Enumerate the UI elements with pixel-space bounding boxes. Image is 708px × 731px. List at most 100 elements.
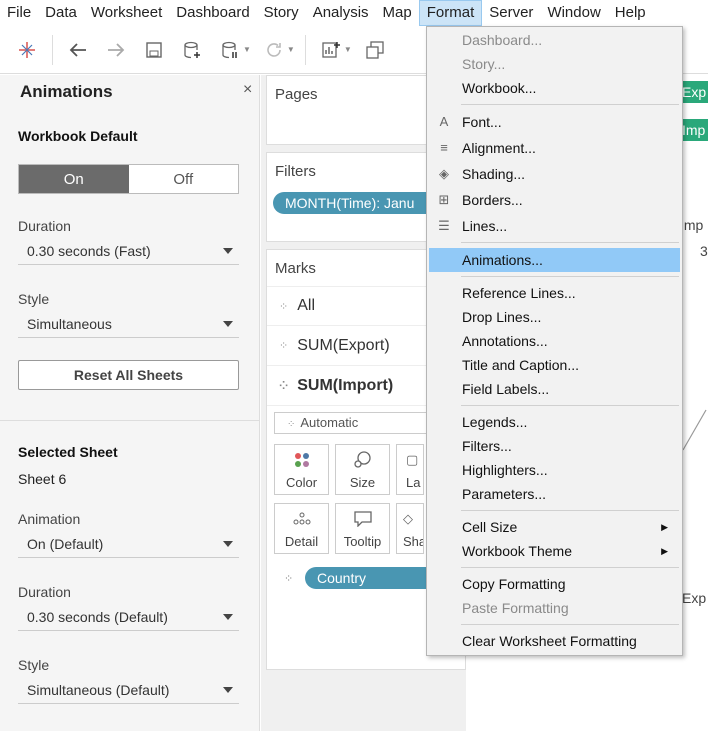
pages-title: Pages (275, 86, 318, 103)
menu-worksheet[interactable]: Worksheet (84, 0, 169, 26)
duration-label: Duration (18, 218, 71, 234)
menu-item-annotations[interactable]: Annotations... (429, 329, 680, 353)
size-button[interactable]: Size (335, 444, 390, 495)
shape-label: Sha (403, 534, 424, 549)
filters-title: Filters (275, 163, 316, 180)
menu-separator (461, 624, 679, 625)
chevron-right-icon: ▶ (661, 546, 668, 556)
menu-item-highlighters[interactable]: Highlighters... (429, 458, 680, 482)
detail-button[interactable]: Detail (274, 503, 329, 554)
menu-item-clear-formatting[interactable]: Clear Worksheet Formatting (429, 629, 680, 653)
chevron-down-icon[interactable]: ▼ (344, 45, 352, 54)
shape-icon: ◇ (403, 511, 413, 526)
axis-value-label: 3 (700, 243, 708, 259)
label-button[interactable]: ▢ La (396, 444, 424, 495)
toggle-off-button[interactable]: Off (128, 165, 238, 193)
mark-type-dropdown[interactable]: ⁘ Automatic (274, 412, 434, 434)
workbook-default-heading: Workbook Default (18, 128, 138, 144)
menu-window[interactable]: Window (540, 0, 607, 26)
menu-separator (461, 276, 679, 277)
animations-pane: Animations × Workbook Default On Off Dur… (0, 75, 260, 731)
color-icon (293, 445, 311, 475)
redo-icon[interactable] (101, 35, 131, 65)
chevron-right-icon: ▶ (661, 522, 668, 532)
format-menu: Dashboard... Story... Workbook... A Font… (426, 26, 683, 656)
marks-tab-label: All (297, 297, 315, 314)
menu-item-title-caption[interactable]: Title and Caption... (429, 353, 680, 377)
menu-item-font-label: Font... (462, 114, 502, 130)
menu-item-drop-lines[interactable]: Drop Lines... (429, 305, 680, 329)
menu-server[interactable]: Server (482, 0, 540, 26)
reset-all-sheets-button[interactable]: Reset All Sheets (18, 360, 239, 390)
menu-item-workbook-theme[interactable]: Workbook Theme ▶ (429, 539, 680, 563)
new-worksheet-icon[interactable] (316, 35, 346, 65)
menu-separator (461, 567, 679, 568)
new-datasource-icon[interactable] (177, 35, 207, 65)
menu-item-dashboard: Dashboard... (462, 32, 543, 48)
menu-item-workbook[interactable]: Workbook... (429, 76, 680, 100)
marks-tab-label: SUM(Export) (297, 336, 390, 354)
save-icon[interactable] (139, 35, 169, 65)
menu-item-field-labels[interactable]: Field Labels... (429, 377, 680, 401)
menu-item-workbook-theme-label: Workbook Theme (462, 543, 572, 559)
style-label: Style (18, 291, 50, 307)
menu-item-cell-size-label: Cell Size (462, 519, 518, 535)
lines-icon: ☰ (438, 218, 450, 233)
marks-title: Marks (275, 260, 316, 277)
borders-icon: ⊞ (438, 192, 450, 207)
marks-icon: ⁘ (279, 340, 288, 352)
sheet-duration-dropdown[interactable]: 0.30 seconds (Default) (18, 603, 239, 631)
menu-item-alignment[interactable]: ≡ Alignment... (429, 136, 680, 160)
menu-item-reference-lines[interactable]: Reference Lines... (429, 281, 680, 305)
style-dropdown[interactable]: Simultaneous (18, 310, 239, 338)
close-icon[interactable]: × (243, 81, 252, 99)
tooltip-button[interactable]: Tooltip (335, 503, 390, 554)
menu-separator (461, 405, 679, 406)
tooltip-icon (353, 504, 372, 534)
menu-item-copy-formatting[interactable]: Copy Formatting (429, 572, 680, 596)
paint-bucket-icon: ◈ (439, 166, 449, 181)
menu-item-cell-size[interactable]: Cell Size ▶ (429, 515, 680, 539)
menu-item-legends[interactable]: Legends... (429, 410, 680, 434)
pause-datasource-icon[interactable] (215, 35, 245, 65)
menu-help[interactable]: Help (608, 0, 653, 26)
duplicate-sheet-icon[interactable] (360, 35, 390, 65)
menu-item-lines[interactable]: ☰ Lines... (429, 214, 680, 238)
chevron-down-icon[interactable]: ▼ (287, 45, 295, 54)
menu-dashboard[interactable]: Dashboard (169, 0, 256, 26)
menu-item-shading-label: Shading... (462, 166, 526, 182)
menu-map[interactable]: Map (376, 0, 419, 26)
chevron-down-icon (223, 541, 233, 547)
menu-item-font[interactable]: A Font... (429, 110, 680, 134)
marks-icon: ⁘ (287, 419, 296, 430)
menu-item-shading[interactable]: ◈ Shading... (429, 162, 680, 186)
imp-axis-label: Imp (680, 217, 704, 233)
chevron-down-icon[interactable]: ▼ (243, 45, 251, 54)
menu-separator (461, 104, 679, 105)
refresh-icon[interactable] (259, 35, 289, 65)
menu-file[interactable]: File (0, 0, 38, 26)
menu-item-filters[interactable]: Filters... (429, 434, 680, 458)
toggle-on-button[interactable]: On (19, 165, 129, 193)
menu-item-animations[interactable]: Animations... (429, 248, 680, 272)
menu-analysis[interactable]: Analysis (306, 0, 376, 26)
detail-icon (292, 504, 312, 534)
menu-item-borders[interactable]: ⊞ Borders... (429, 188, 680, 212)
label-icon: ▢ (406, 452, 419, 467)
menu-item-parameters[interactable]: Parameters... (429, 482, 680, 506)
menu-item-story: Story... (462, 56, 506, 72)
menu-data[interactable]: Data (38, 0, 84, 26)
tableau-logo-icon[interactable] (12, 35, 42, 65)
menu-format[interactable]: Format (418, 0, 483, 26)
color-button[interactable]: Color (274, 444, 329, 495)
menu-story[interactable]: Story (257, 0, 306, 26)
shape-button[interactable]: ◇ Sha (396, 503, 424, 554)
undo-icon[interactable] (63, 35, 93, 65)
menu-item-paste-formatting: Paste Formatting (462, 600, 569, 616)
animation-label: Animation (18, 511, 81, 527)
duration-dropdown[interactable]: 0.30 seconds (Fast) (18, 237, 239, 265)
tooltip-label: Tooltip (343, 534, 382, 549)
sheet-style-dropdown[interactable]: Simultaneous (Default) (18, 676, 239, 704)
detail-label: Detail (284, 534, 319, 549)
animation-dropdown[interactable]: On (Default) (18, 530, 239, 558)
